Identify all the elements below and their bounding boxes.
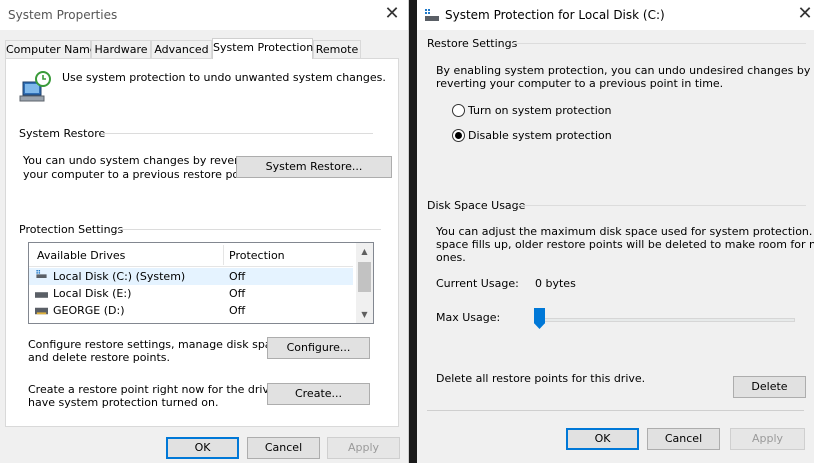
current-usage-value: 0 bytes: [535, 277, 576, 290]
drives-list[interactable]: Available Drives Protection Local Disk (…: [28, 242, 374, 324]
close-icon[interactable]: ✕: [794, 3, 814, 25]
column-available-drives[interactable]: Available Drives: [37, 249, 125, 262]
disable-protection-label[interactable]: Disable system protection: [468, 129, 612, 142]
system-protection-icon: [19, 71, 51, 102]
protection-settings-heading: Protection Settings: [19, 223, 124, 236]
cancel-button[interactable]: Cancel: [647, 428, 720, 450]
restore-settings-description-line1: By enabling system protection, you can u…: [436, 64, 811, 77]
intro-text: Use system protection to undo unwanted s…: [62, 71, 386, 84]
drive-protection-status: Off: [229, 287, 246, 300]
system-restore-heading: System Restore: [19, 127, 106, 140]
system-restore-description-line1: You can undo system changes by reverting: [23, 154, 260, 167]
turn-on-protection-radio[interactable]: [452, 104, 465, 117]
system-drive-icon: [36, 270, 47, 278]
ok-button[interactable]: OK: [566, 428, 639, 450]
system-drive-icon: [425, 9, 439, 21]
drive-name: GEORGE (D:): [53, 304, 125, 317]
turn-on-protection-label[interactable]: Turn on system protection: [468, 104, 611, 117]
disk-space-divider: [517, 205, 806, 206]
drive-row-d[interactable]: GEORGE (D:) Off: [29, 302, 353, 319]
tab-computer-name[interactable]: Computer Name: [5, 40, 97, 59]
window-title: System Properties: [8, 8, 118, 22]
scroll-down-icon[interactable]: ▼: [356, 306, 373, 323]
scrollbar-thumb[interactable]: [358, 262, 371, 292]
apply-button[interactable]: Apply: [730, 428, 805, 450]
disk-space-description-line1: You can adjust the maximum disk space us…: [436, 225, 814, 238]
disk-space-description-line3: ones.: [436, 251, 466, 264]
restore-settings-heading: Restore Settings: [427, 37, 518, 50]
delete-button[interactable]: Delete: [733, 376, 806, 398]
tab-system-protection[interactable]: System Protection: [212, 38, 313, 59]
title-bar: System Properties ✕: [0, 0, 408, 30]
window-title: System Protection for Local Disk (C:): [445, 8, 665, 22]
close-icon[interactable]: ✕: [381, 3, 403, 25]
create-text-line2: have system protection turned on.: [28, 396, 219, 409]
drive-row-c[interactable]: Local Disk (C:) (System) Off: [29, 268, 353, 285]
drive-protection-status: Off: [229, 304, 246, 317]
tab-hardware[interactable]: Hardware: [91, 40, 151, 59]
tab-advanced[interactable]: Advanced: [151, 40, 212, 59]
max-usage-slider-track[interactable]: [542, 318, 795, 322]
protection-settings-divider: [116, 229, 381, 230]
system-restore-button[interactable]: System Restore...: [236, 156, 392, 178]
disk-space-heading: Disk Space Usage: [427, 199, 526, 212]
cancel-button[interactable]: Cancel: [247, 437, 320, 459]
configure-text-line2: and delete restore points.: [28, 351, 170, 364]
drive-name: Local Disk (C:) (System): [53, 270, 186, 283]
footer-divider: [427, 410, 804, 411]
tab-remote[interactable]: Remote: [313, 40, 361, 59]
create-button[interactable]: Create...: [267, 383, 370, 405]
drive-icon: [35, 292, 48, 298]
restore-settings-divider: [512, 43, 806, 44]
create-text-line1: Create a restore point right now for the…: [28, 383, 308, 396]
drive-protection-status: Off: [229, 270, 246, 283]
system-restore-divider: [101, 133, 373, 134]
usb-drive-icon: [35, 307, 48, 315]
disable-protection-radio[interactable]: [452, 129, 465, 142]
drive-row-e[interactable]: Local Disk (E:) Off: [29, 285, 353, 302]
max-usage-slider-thumb[interactable]: [534, 308, 545, 329]
system-protection-dialog: System Protection for Local Disk (C:) ✕ …: [417, 0, 814, 463]
title-bar: System Protection for Local Disk (C:) ✕: [417, 0, 814, 30]
restore-settings-description-line2: reverting your computer to a previous po…: [436, 77, 724, 90]
delete-text: Delete all restore points for this drive…: [436, 372, 646, 385]
column-divider: [223, 245, 224, 265]
column-protection[interactable]: Protection: [229, 249, 285, 262]
disk-space-description-line2: space fills up, older restore points wil…: [436, 238, 814, 251]
apply-button[interactable]: Apply: [327, 437, 400, 459]
system-restore-description-line2: your computer to a previous restore poin…: [23, 168, 257, 181]
drive-name: Local Disk (E:): [53, 287, 132, 300]
scroll-up-icon[interactable]: ▲: [356, 243, 373, 260]
current-usage-label: Current Usage:: [436, 277, 519, 290]
configure-text-line1: Configure restore settings, manage disk …: [28, 338, 288, 351]
max-usage-label: Max Usage:: [436, 311, 501, 324]
system-protection-panel: Use system protection to undo unwanted s…: [5, 58, 399, 427]
ok-button[interactable]: OK: [166, 437, 239, 459]
configure-button[interactable]: Configure...: [267, 337, 370, 359]
drives-list-scrollbar[interactable]: ▲ ▼: [356, 243, 373, 323]
system-properties-window: System Properties ✕ Computer Name Hardwa…: [0, 0, 409, 463]
drives-list-header: Available Drives Protection: [29, 243, 353, 267]
